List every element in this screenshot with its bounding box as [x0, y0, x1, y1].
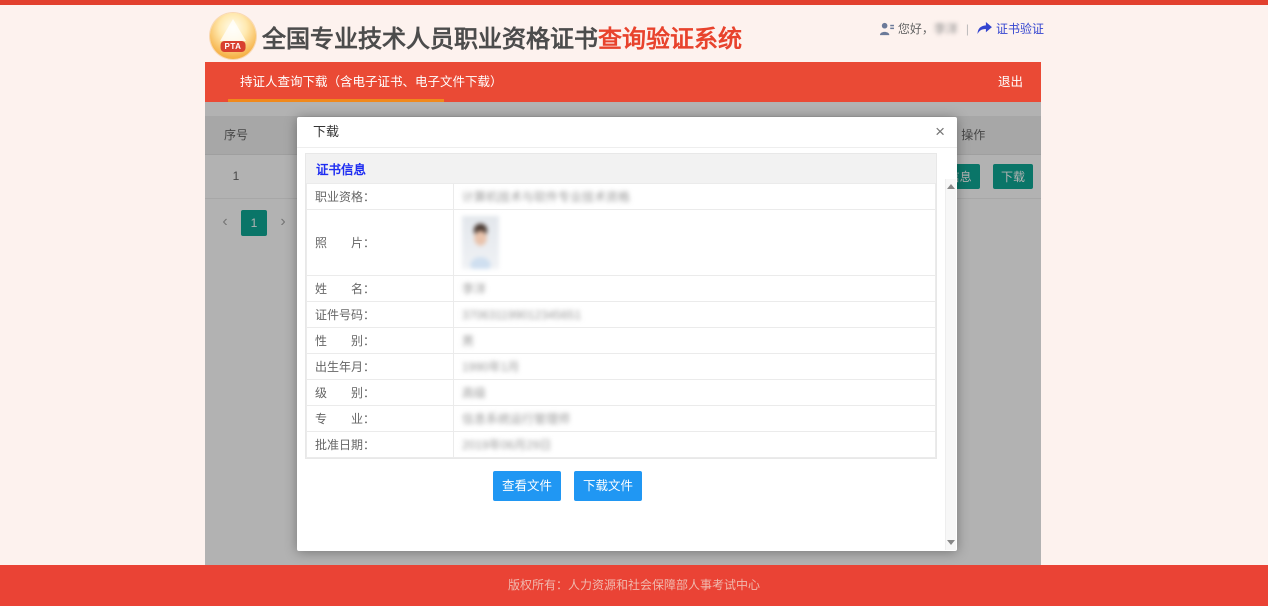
field-value: 2019年06月29日 — [454, 432, 936, 458]
field-value: 李洋 — [454, 276, 936, 302]
logout-button[interactable]: 退出 — [998, 62, 1023, 102]
modal-buttons: 查看文件 下载文件 — [493, 471, 937, 501]
field-label: 职业资格： — [307, 184, 454, 210]
field-row-birth: 出生年月： 1990年1月 — [307, 354, 936, 380]
greeting-text: 您好， — [898, 20, 934, 37]
scroll-down-icon[interactable] — [947, 540, 955, 545]
modal-title: 下载 — [313, 124, 339, 139]
field-value: 信息系统运行管理师 — [454, 406, 936, 432]
certificate-info-box: 证书信息 职业资格： 计算机技术与软件专业技术资格 照 片： 姓 名： 李洋 证… — [305, 153, 937, 459]
field-label: 照 片： — [307, 210, 454, 276]
field-row-level: 级 别： 高级 — [307, 380, 936, 406]
scroll-up-icon[interactable] — [947, 184, 955, 189]
field-row-gender: 性 别： 男 — [307, 328, 936, 354]
page-header: PTA 全国专业技术人员职业资格证书查询验证系统 您好， 李洋 | 证书验证 — [0, 5, 1268, 62]
cert-verify-label: 证书验证 — [996, 20, 1044, 37]
field-label: 姓 名： — [307, 276, 454, 302]
field-value — [454, 210, 936, 276]
certificate-photo — [462, 216, 499, 269]
modal-body: 证书信息 职业资格： 计算机技术与软件专业技术资格 照 片： 姓 名： 李洋 证… — [297, 148, 957, 551]
field-row-name: 姓 名： 李洋 — [307, 276, 936, 302]
tab-holder-query-download[interactable]: 持证人查询下载（含电子证书、电子文件下载） — [205, 62, 503, 102]
user-info: 您好， 李洋 | 证书验证 — [879, 20, 1044, 37]
tab-label: 持证人查询下载（含电子证书、电子文件下载） — [240, 75, 503, 89]
page-footer: 版权所有：人力资源和社会保障部人事考试中心 — [0, 565, 1268, 606]
modal-header: 下载 × — [297, 117, 957, 148]
download-file-button[interactable]: 下载文件 — [574, 471, 642, 501]
main-navbar: 持证人查询下载（含电子证书、电子文件下载） 退出 — [205, 62, 1041, 102]
share-arrow-icon — [977, 22, 992, 35]
field-value: 1990年1月 — [454, 354, 936, 380]
modal-scrollbar[interactable] — [945, 179, 956, 550]
pta-logo-icon: PTA — [210, 13, 256, 59]
field-label: 批准日期： — [307, 432, 454, 458]
close-icon[interactable]: × — [935, 117, 945, 147]
copyright-text: 版权所有：人力资源和社会保障部人事考试中心 — [508, 578, 760, 592]
page-title: 全国专业技术人员职业资格证书查询验证系统 — [262, 19, 742, 54]
field-row-photo: 照 片： — [307, 210, 936, 276]
field-value: 男 — [454, 328, 936, 354]
download-modal: 下载 × 证书信息 职业资格： 计算机技术与软件专业技术资格 照 片： 姓 名：… — [297, 117, 957, 551]
certificate-info-section-title: 证书信息 — [306, 154, 936, 183]
logo-rays — [220, 19, 246, 41]
field-label: 证件号码： — [307, 302, 454, 328]
field-label: 专 业： — [307, 406, 454, 432]
field-value: 计算机技术与软件专业技术资格 — [454, 184, 936, 210]
view-file-button[interactable]: 查看文件 — [493, 471, 561, 501]
user-name: 李洋 — [934, 20, 958, 37]
brand: PTA 全国专业技术人员职业资格证书查询验证系统 — [210, 13, 742, 59]
field-row-qualification: 职业资格： 计算机技术与软件专业技术资格 — [307, 184, 936, 210]
field-value: 370631199012345651 — [454, 302, 936, 328]
field-label: 级 别： — [307, 380, 454, 406]
divider: | — [966, 22, 969, 36]
cert-verify-link[interactable]: 证书验证 — [977, 20, 1044, 37]
certificate-fields-table: 职业资格： 计算机技术与软件专业技术资格 照 片： 姓 名： 李洋 证件号码： … — [306, 183, 936, 458]
field-value: 高级 — [454, 380, 936, 406]
field-row-major: 专 业： 信息系统运行管理师 — [307, 406, 936, 432]
logo-pta-label: PTA — [221, 41, 246, 52]
field-label: 出生年月： — [307, 354, 454, 380]
page-title-accent: 查询验证系统 — [598, 26, 742, 53]
field-label: 性 别： — [307, 328, 454, 354]
page-title-main: 全国专业技术人员职业资格证书 — [262, 26, 598, 53]
field-row-approval-date: 批准日期： 2019年06月29日 — [307, 432, 936, 458]
field-row-id-number: 证件号码： 370631199012345651 — [307, 302, 936, 328]
user-icon — [879, 22, 894, 36]
